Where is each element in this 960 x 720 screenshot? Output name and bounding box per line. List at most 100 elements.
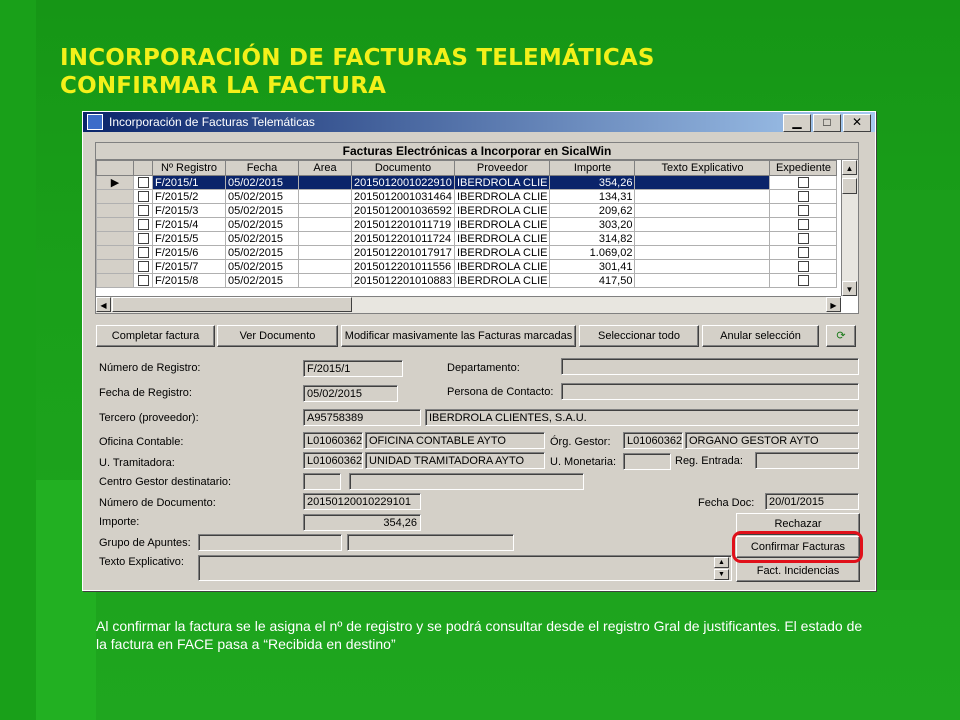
cell-area[interactable]	[298, 245, 352, 260]
cell-doc[interactable]: 2015012201017917	[351, 245, 455, 260]
expediente-checkbox[interactable]	[769, 203, 838, 218]
window-titlebar[interactable]: Incorporación de Facturas Telemáticas ▁ …	[83, 112, 875, 132]
modificar-masivamente-button[interactable]: Modificar masivamente las Facturas marca…	[341, 325, 576, 347]
fecha-doc-field[interactable]: 20/01/2015	[765, 493, 859, 510]
reg-entrada-field[interactable]	[755, 452, 859, 469]
scroll-left-icon[interactable]: ◀	[96, 297, 111, 312]
cell-doc[interactable]: 2015012001036592	[351, 203, 455, 218]
table-row[interactable]: F/2015/8 05/02/2015 2015012201010883 IBERDR…	[96, 273, 838, 288]
grupo-apuntes-desc-field[interactable]	[347, 534, 514, 551]
cell-reg[interactable]: F/2015/7	[152, 259, 226, 274]
col-header[interactable]: Area	[298, 160, 352, 176]
cell-texto[interactable]	[634, 203, 771, 218]
cell-fecha[interactable]: 05/02/2015	[225, 189, 299, 204]
cell-reg[interactable]: F/2015/5	[152, 231, 226, 246]
u-monetaria-field[interactable]	[623, 453, 671, 470]
table-row[interactable]: F/2015/5 05/02/2015 2015012201011724 IBERDR…	[96, 231, 838, 246]
cell-reg[interactable]: F/2015/6	[152, 245, 226, 260]
row-checkbox[interactable]	[133, 245, 153, 260]
expediente-checkbox[interactable]	[769, 217, 838, 232]
cell-prov[interactable]: IBERDROLA CLIE	[453, 189, 551, 204]
scroll-up-icon[interactable]: ▲	[714, 557, 729, 568]
tramitadora-code-field[interactable]: L01060362	[303, 452, 363, 469]
cell-doc[interactable]: 2015012001031464	[351, 189, 455, 204]
cell-doc[interactable]: 2015012201011556	[351, 259, 455, 274]
cell-area[interactable]	[298, 175, 352, 190]
cell-reg[interactable]: F/2015/2	[152, 189, 226, 204]
cell-imp[interactable]: 209,62	[549, 203, 636, 218]
cell-imp[interactable]: 134,31	[549, 189, 636, 204]
num-registro-field[interactable]: F/2015/1	[303, 360, 403, 377]
row-indicator[interactable]	[96, 217, 134, 232]
table-row[interactable]: F/2015/3 05/02/2015 2015012001036592 IBERDR…	[96, 203, 838, 218]
scroll-thumb[interactable]	[842, 178, 857, 194]
cell-reg[interactable]: F/2015/4	[152, 217, 226, 232]
centro-gestor-name-field[interactable]	[349, 473, 584, 490]
scroll-up-icon[interactable]: ▲	[842, 160, 857, 175]
cell-reg[interactable]: F/2015/1	[152, 175, 226, 190]
cell-imp[interactable]: 303,20	[549, 217, 636, 232]
scroll-right-icon[interactable]: ▶	[826, 297, 841, 312]
cell-reg[interactable]: F/2015/8	[152, 273, 226, 288]
maximize-button[interactable]: □	[813, 114, 841, 132]
cell-prov[interactable]: IBERDROLA CLIE	[453, 217, 551, 232]
scroll-down-icon[interactable]: ▼	[714, 569, 729, 580]
cell-texto[interactable]	[634, 175, 771, 190]
cell-texto[interactable]	[634, 259, 771, 274]
cell-fecha[interactable]: 05/02/2015	[225, 245, 299, 260]
cell-fecha[interactable]: 05/02/2015	[225, 259, 299, 274]
cell-area[interactable]	[298, 273, 352, 288]
anular-seleccion-button[interactable]: Anular selección	[702, 325, 819, 347]
row-checkbox[interactable]	[133, 217, 153, 232]
row-indicator[interactable]	[96, 203, 134, 218]
cell-texto[interactable]	[634, 189, 771, 204]
cell-imp[interactable]: 1.069,02	[549, 245, 636, 260]
cell-prov[interactable]: IBERDROLA CLIE	[453, 273, 551, 288]
expediente-checkbox[interactable]	[769, 231, 838, 246]
scroll-thumb[interactable]	[112, 297, 352, 312]
row-checkbox[interactable]	[133, 273, 153, 288]
row-checkbox[interactable]	[133, 203, 153, 218]
table-row[interactable]: F/2015/2 05/02/2015 2015012001031464 IBERDR…	[96, 189, 838, 204]
cell-imp[interactable]: 417,50	[549, 273, 636, 288]
cell-area[interactable]	[298, 217, 352, 232]
col-header[interactable]: Documento	[351, 160, 455, 176]
col-header[interactable]: Texto Explicativo	[634, 160, 771, 176]
expediente-checkbox[interactable]	[769, 175, 838, 190]
cell-fecha[interactable]: 05/02/2015	[225, 273, 299, 288]
refresh-icon[interactable]: ⟳	[826, 325, 856, 347]
expediente-checkbox[interactable]	[769, 245, 838, 260]
cell-fecha[interactable]: 05/02/2015	[225, 231, 299, 246]
row-indicator[interactable]	[96, 231, 134, 246]
tramitadora-name-field[interactable]: UNIDAD TRAMITADORA AYTO	[365, 452, 545, 469]
scroll-down-icon[interactable]: ▼	[842, 281, 857, 296]
oficina-code-field[interactable]: L01060362	[303, 432, 363, 449]
persona-contacto-field[interactable]	[561, 383, 859, 400]
table-row[interactable]: ▶ F/2015/1 05/02/2015 2015012001022910 IBERD…	[96, 175, 838, 190]
fecha-registro-field[interactable]: 05/02/2015	[303, 385, 398, 402]
cell-prov[interactable]: IBERDROLA CLIE	[453, 203, 551, 218]
minimize-button[interactable]: ▁	[783, 114, 811, 132]
col-header[interactable]: Importe	[549, 160, 636, 176]
table-row[interactable]: F/2015/4 05/02/2015 2015012201011719 IBERDR…	[96, 217, 838, 232]
grid-horizontal-scrollbar[interactable]: ◀ ▶	[96, 296, 841, 313]
cell-fecha[interactable]: 05/02/2015	[225, 217, 299, 232]
col-header[interactable]: Proveedor	[453, 160, 551, 176]
close-button[interactable]: ✕	[843, 114, 871, 132]
cell-imp[interactable]: 301,41	[549, 259, 636, 274]
cell-prov[interactable]: IBERDROLA CLIE	[453, 231, 551, 246]
row-indicator[interactable]: ▶	[96, 175, 134, 190]
ver-documento-button[interactable]: Ver Documento	[217, 325, 338, 347]
cell-imp[interactable]: 314,82	[549, 231, 636, 246]
row-indicator[interactable]	[96, 245, 134, 260]
cell-texto[interactable]	[634, 273, 771, 288]
cell-prov[interactable]: IBERDROLA CLIE	[453, 259, 551, 274]
num-documento-field[interactable]: 20150120010229101	[303, 493, 421, 510]
table-row[interactable]: F/2015/6 05/02/2015 2015012201017917 IBERDR…	[96, 245, 838, 260]
organo-gestor-code-field[interactable]: L01060362	[623, 432, 683, 449]
cell-doc[interactable]: 2015012001022910	[351, 175, 455, 190]
tercero-nombre-field[interactable]: IBERDROLA CLIENTES, S.A.U.	[425, 409, 859, 426]
organo-gestor-name-field[interactable]: ORGANO GESTOR AYTO	[685, 432, 859, 449]
row-indicator[interactable]	[96, 273, 134, 288]
cell-doc[interactable]: 2015012201010883	[351, 273, 455, 288]
